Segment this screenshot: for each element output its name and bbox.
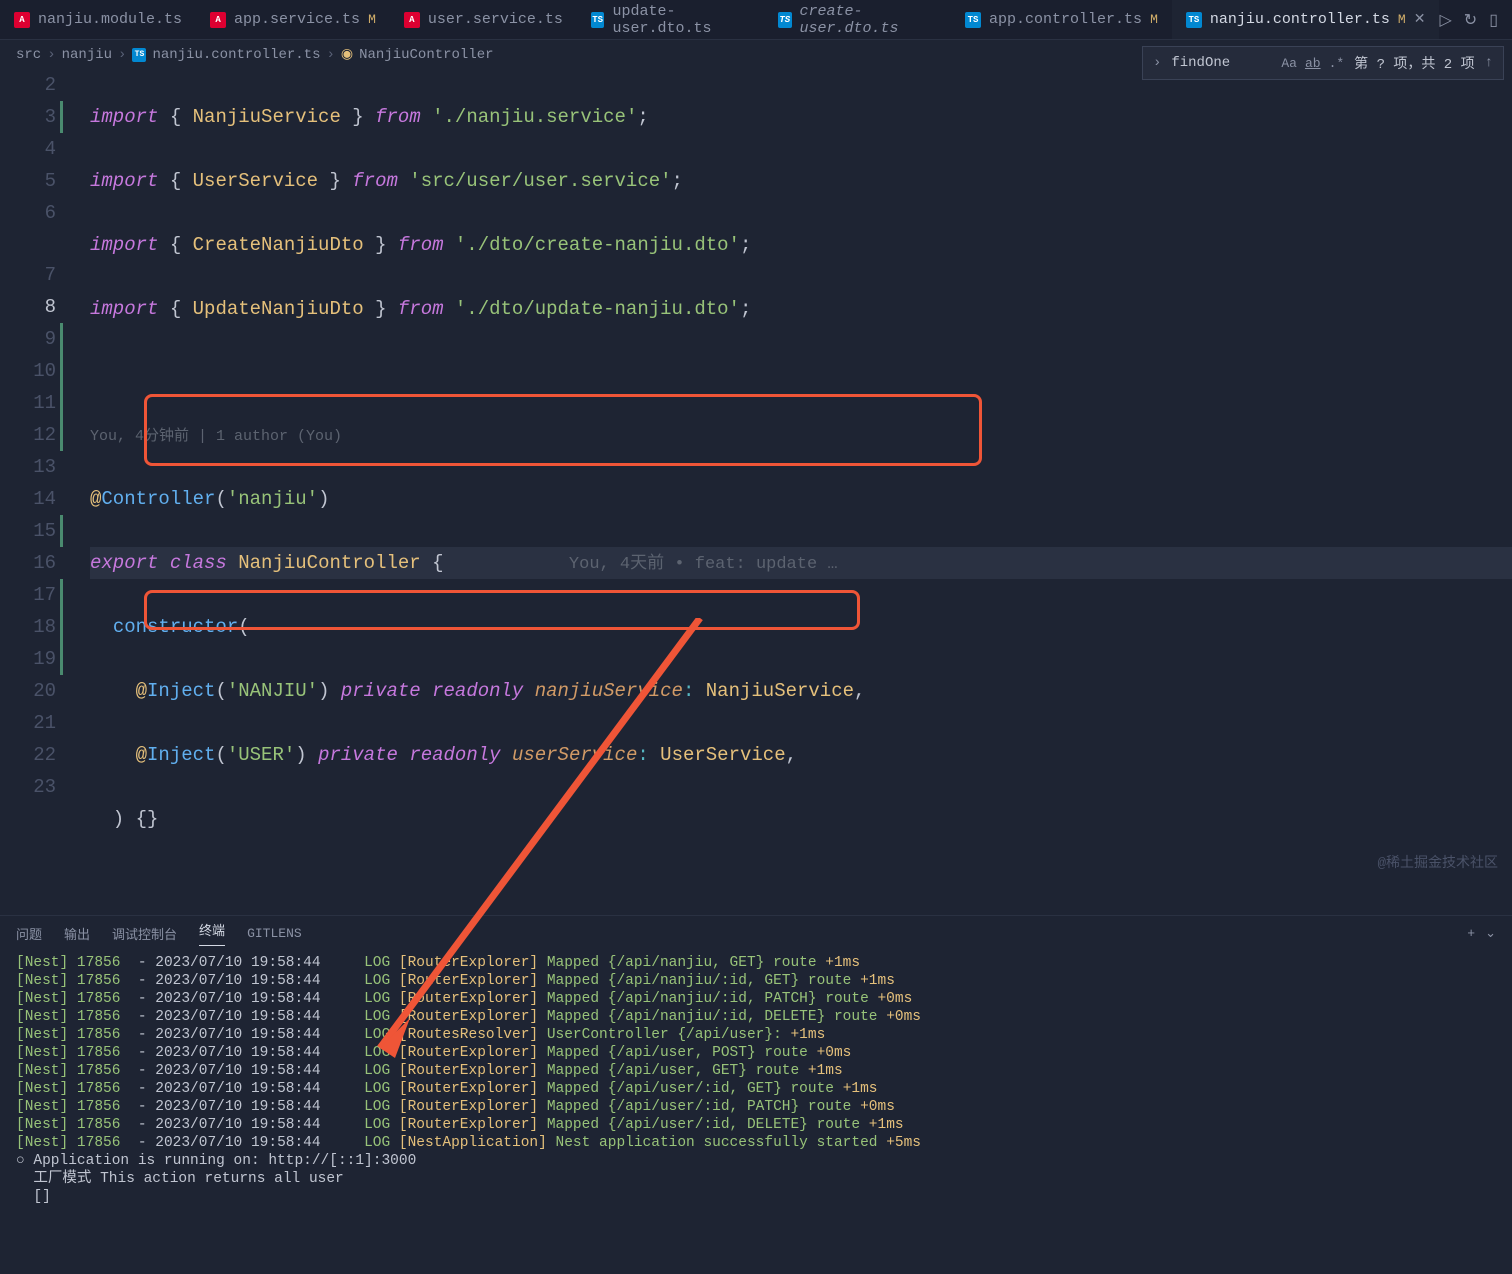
chevron-down-icon[interactable]: ⌄	[1485, 926, 1496, 941]
code-content[interactable]: import { NanjiuService } from './nanjiu.…	[78, 69, 1512, 915]
arrow-up-icon[interactable]: ↑	[1485, 55, 1493, 71]
tab-app-service[interactable]: A app.service.ts M	[196, 0, 390, 39]
panel-tab-output[interactable]: 输出	[64, 924, 90, 943]
angular-icon: A	[210, 12, 226, 28]
regex-icon[interactable]: .*	[1329, 56, 1345, 71]
typescript-icon: TS	[778, 12, 792, 28]
case-sensitive-icon[interactable]: Aa	[1281, 56, 1297, 71]
tab-nanjiu-module[interactable]: A nanjiu.module.ts	[0, 0, 196, 39]
tab-nanjiu-controller[interactable]: TS nanjiu.controller.ts M ✕	[1172, 0, 1440, 39]
inline-blame: You, 4天前 • feat: update …	[569, 555, 838, 574]
typescript-icon: TS	[1186, 12, 1202, 28]
code-editor[interactable]: 2 3 4 5 6 7 8 9 10 11 12 13 14 15 16 17 …	[0, 69, 1512, 915]
tab-create-user-dto[interactable]: TS create-user.dto.ts	[764, 0, 951, 39]
find-widget[interactable]: › Aa ab .* 第 ? 项，共 2 项 ↑	[1142, 46, 1504, 80]
watermark: @稀土掘金技术社区	[1378, 852, 1498, 872]
terminal-output[interactable]: [Nest] 17856 - 2023/07/10 19:58:44 LOG […	[0, 950, 1512, 1274]
typescript-icon: TS	[132, 48, 146, 62]
codelens[interactable]: You, 4分钟前 | 1 author (You)	[90, 421, 1512, 451]
tab-update-user-dto[interactable]: TS update-user.dto.ts	[577, 0, 764, 39]
chevron-right-icon[interactable]: ›	[1153, 55, 1161, 71]
bottom-panel: 问题 输出 调试控制台 终端 GITLENS + ⌄ [Nest] 17856 …	[0, 915, 1512, 1274]
tab-app-controller[interactable]: TS app.controller.ts M	[951, 0, 1172, 39]
split-icon[interactable]: ▯	[1489, 10, 1498, 30]
close-icon[interactable]: ✕	[1414, 11, 1426, 28]
typescript-icon: TS	[591, 12, 605, 28]
panel-tab-gitlens[interactable]: GITLENS	[247, 926, 302, 941]
run-icon[interactable]: ▷	[1439, 10, 1451, 30]
search-result-count: 第 ? 项，共 2 项	[1354, 53, 1474, 73]
line-numbers: 2 3 4 5 6 7 8 9 10 11 12 13 14 15 16 17 …	[0, 69, 78, 915]
new-terminal-icon[interactable]: +	[1467, 926, 1475, 941]
editor-tabs: A nanjiu.module.ts A app.service.ts M A …	[0, 0, 1512, 40]
typescript-icon: TS	[965, 12, 981, 28]
refresh-icon[interactable]: ↻	[1464, 10, 1477, 30]
panel-tab-problems[interactable]: 问题	[16, 924, 42, 943]
tab-user-service[interactable]: A user.service.ts	[390, 0, 577, 39]
panel-tabs: 问题 输出 调试控制台 终端 GITLENS + ⌄	[0, 916, 1512, 950]
panel-tab-terminal[interactable]: 终端	[199, 920, 225, 946]
search-input[interactable]	[1171, 55, 1271, 71]
panel-tab-debug[interactable]: 调试控制台	[112, 924, 177, 943]
whole-word-icon[interactable]: ab	[1305, 56, 1321, 71]
angular-icon: A	[404, 12, 420, 28]
angular-icon: A	[14, 12, 30, 28]
